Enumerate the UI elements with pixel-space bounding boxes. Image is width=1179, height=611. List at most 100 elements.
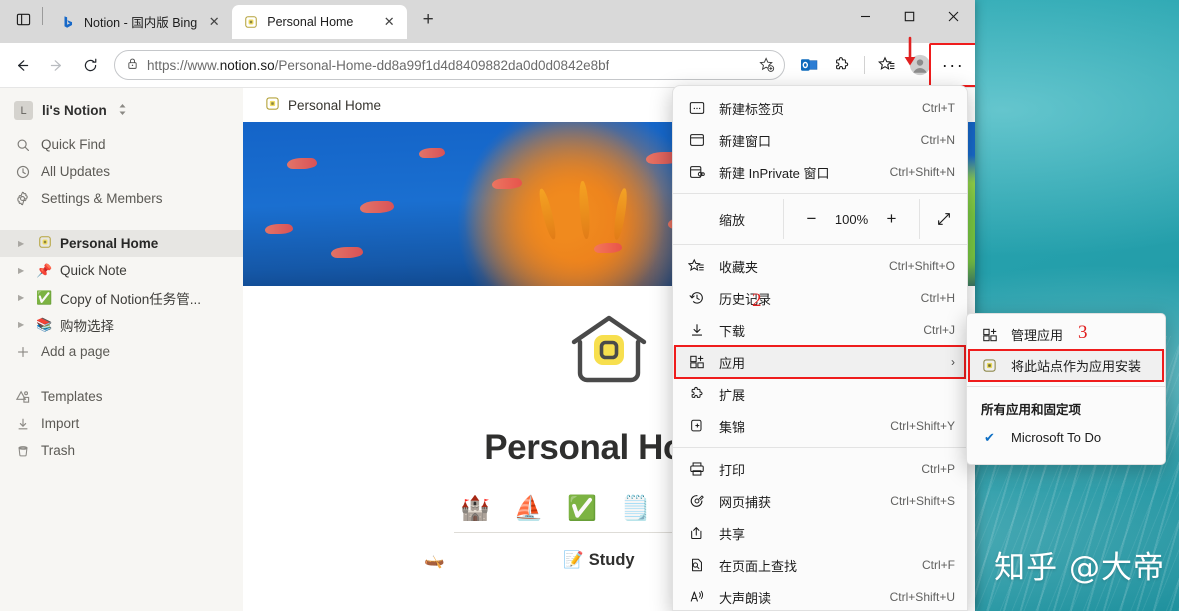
submenu-item-manage-apps[interactable]: 管理应用 bbox=[967, 319, 1165, 350]
workspace-name: li's Notion bbox=[42, 103, 107, 118]
menu-item-read-aloud[interactable]: 大声朗读 Ctrl+Shift+U bbox=[673, 581, 967, 610]
favorites-icon bbox=[687, 258, 706, 275]
menu-item-history[interactable]: 历史记录 Ctrl+H bbox=[673, 282, 967, 314]
emoji-castle-icon[interactable]: 🏰 bbox=[460, 494, 490, 523]
menu-item-new-tab[interactable]: 新建标签页 Ctrl+T bbox=[673, 92, 967, 124]
sidebar-item-templates[interactable]: Templates bbox=[0, 383, 243, 410]
page-house-icon[interactable] bbox=[566, 312, 652, 386]
apps-submenu: 管理应用 将此站点作为应用安装 所有应用和固定项 ✔ Microsoft To … bbox=[966, 313, 1166, 465]
emoji-sailboat-icon[interactable]: ⛵ bbox=[514, 494, 544, 523]
profile-avatar-icon[interactable] bbox=[904, 49, 936, 81]
extensions-icon bbox=[687, 386, 706, 402]
workspace-switcher[interactable]: L li's Notion bbox=[0, 95, 243, 126]
sidebar-item-all-updates[interactable]: All Updates bbox=[0, 158, 243, 185]
extensions-icon[interactable] bbox=[826, 49, 858, 81]
install-site-icon bbox=[980, 358, 999, 373]
close-icon[interactable]: ✕ bbox=[205, 13, 223, 31]
tab-divider bbox=[42, 7, 43, 25]
submenu-item-install-site-as-app[interactable]: 将此站点作为应用安装 bbox=[967, 349, 1165, 382]
sidebar-page-copy-of-notion[interactable]: ▶ ✅ Copy of Notion任务管... bbox=[0, 284, 243, 311]
page-emoji-icon: 📚 bbox=[36, 316, 53, 332]
menu-item-collections[interactable]: 集锦 Ctrl+Shift+Y bbox=[673, 410, 967, 442]
new-tab-button[interactable]: + bbox=[413, 5, 443, 35]
menu-divider-2 bbox=[673, 244, 967, 245]
submenu-item-microsoft-todo[interactable]: ✔ Microsoft To Do bbox=[967, 422, 1165, 453]
sidebar-page-personal-home[interactable]: ▶ Personal Home bbox=[0, 230, 243, 257]
maximize-button[interactable] bbox=[887, 0, 931, 33]
bing-icon bbox=[60, 14, 76, 30]
gear-icon bbox=[14, 191, 31, 206]
sidebar-page-shopping[interactable]: ▶ 📚 购物选择 bbox=[0, 311, 243, 338]
menu-item-label: 收藏夹 bbox=[719, 259, 759, 275]
menu-item-new-window[interactable]: 新建窗口 Ctrl+N bbox=[673, 124, 967, 156]
chevron-right-icon[interactable]: ▶ bbox=[18, 320, 29, 329]
tab-strip: Notion - 国内版 Bing ✕ Personal Home ✕ + bbox=[0, 0, 975, 43]
sidebar-item-label: Import bbox=[41, 416, 80, 431]
notion-sidebar: L li's Notion Quick Find All Updates Set… bbox=[0, 88, 243, 611]
submenu-section-header: 所有应用和固定项 bbox=[981, 403, 1082, 417]
chevron-right-icon[interactable]: ▶ bbox=[18, 293, 29, 302]
outlook-icon[interactable] bbox=[793, 49, 825, 81]
menu-item-label: 大声朗读 bbox=[719, 590, 772, 606]
link-item-study[interactable]: 📝 Study bbox=[563, 551, 634, 570]
inprivate-icon bbox=[687, 164, 706, 180]
read-aloud-icon bbox=[687, 589, 706, 605]
download-icon bbox=[687, 322, 706, 338]
submenu-item-label: 将此站点作为应用安装 bbox=[1011, 359, 1142, 374]
forward-button[interactable] bbox=[40, 49, 72, 81]
menu-item-print[interactable]: 打印 Ctrl+P bbox=[673, 453, 967, 485]
chevron-right-icon[interactable]: ▶ bbox=[18, 266, 29, 275]
sidebar-add-a-page[interactable]: Add a page bbox=[0, 338, 243, 365]
menu-item-web-capture[interactable]: 网页捕获 Ctrl+Shift+S bbox=[673, 485, 967, 517]
menu-item-share[interactable]: 共享 bbox=[673, 517, 967, 549]
menu-item-downloads[interactable]: 下载 Ctrl+J bbox=[673, 314, 967, 346]
share-icon bbox=[687, 525, 706, 541]
menu-item-shortcut: Ctrl+P bbox=[921, 462, 955, 476]
sidebar-item-quick-find[interactable]: Quick Find bbox=[0, 131, 243, 158]
submenu-item-label: Microsoft To Do bbox=[1011, 430, 1102, 445]
sidebar-item-label: Quick Find bbox=[41, 137, 106, 152]
close-icon[interactable]: ✕ bbox=[380, 13, 398, 31]
browser-tab-personal-home[interactable]: Personal Home ✕ bbox=[232, 4, 408, 39]
add-favorite-icon[interactable] bbox=[754, 52, 780, 78]
address-bar[interactable]: https://www.notion.so/Personal-Home-dd8a… bbox=[114, 50, 785, 80]
link-item-1[interactable]: 🛶 bbox=[424, 551, 450, 570]
menu-item-apps[interactable]: 应用 › bbox=[673, 345, 967, 379]
chevron-right-icon[interactable]: ▶ bbox=[18, 239, 29, 248]
refresh-button[interactable] bbox=[74, 49, 106, 81]
sidebar-item-trash[interactable]: Trash bbox=[0, 437, 243, 464]
sidebar-item-settings-members[interactable]: Settings & Members bbox=[0, 185, 243, 212]
fullscreen-icon[interactable] bbox=[919, 199, 967, 239]
tab-actions-icon[interactable] bbox=[8, 4, 38, 34]
menu-item-extensions[interactable]: 扩展 bbox=[673, 378, 967, 410]
menu-item-label: 扩展 bbox=[719, 387, 746, 403]
sidebar-page-quick-note[interactable]: ▶ 📌 Quick Note bbox=[0, 257, 243, 284]
browser-tab-bing[interactable]: Notion - 国内版 Bing ✕ bbox=[49, 5, 232, 39]
minimize-button[interactable] bbox=[843, 0, 887, 33]
sidebar-item-label: Settings & Members bbox=[41, 191, 163, 206]
emoji-check-icon[interactable]: ✅ bbox=[567, 494, 597, 523]
avatar: L bbox=[14, 101, 33, 120]
emoji-notebook-icon[interactable]: 🗒️ bbox=[621, 494, 651, 523]
emoji-memo-icon: 📝 bbox=[563, 551, 584, 569]
menu-item-label: 历史记录 bbox=[719, 291, 772, 307]
close-window-button[interactable] bbox=[931, 0, 975, 33]
zoom-out-button[interactable]: − bbox=[798, 205, 826, 233]
submenu-item-label: 管理应用 bbox=[1011, 328, 1064, 343]
menu-item-find-on-page[interactable]: 在页面上查找 Ctrl+F bbox=[673, 549, 967, 581]
zoom-in-button[interactable]: + bbox=[878, 205, 906, 233]
menu-item-shortcut: Ctrl+H bbox=[920, 291, 955, 305]
menu-item-new-inprivate-window[interactable]: 新建 InPrivate 窗口 Ctrl+Shift+N bbox=[673, 156, 967, 188]
menu-item-label: 下载 bbox=[719, 323, 746, 339]
sidebar-item-import[interactable]: Import bbox=[0, 410, 243, 437]
new-window-icon bbox=[687, 132, 706, 148]
menu-item-favorites[interactable]: 收藏夹 Ctrl+Shift+O bbox=[673, 250, 967, 282]
check-icon: ✔ bbox=[984, 429, 995, 445]
apps-icon bbox=[687, 354, 706, 370]
collections-icon[interactable] bbox=[871, 49, 903, 81]
settings-more-icon[interactable]: ··· bbox=[929, 43, 975, 87]
search-icon bbox=[14, 138, 31, 152]
menu-divider bbox=[673, 193, 967, 194]
back-button[interactable] bbox=[6, 49, 38, 81]
